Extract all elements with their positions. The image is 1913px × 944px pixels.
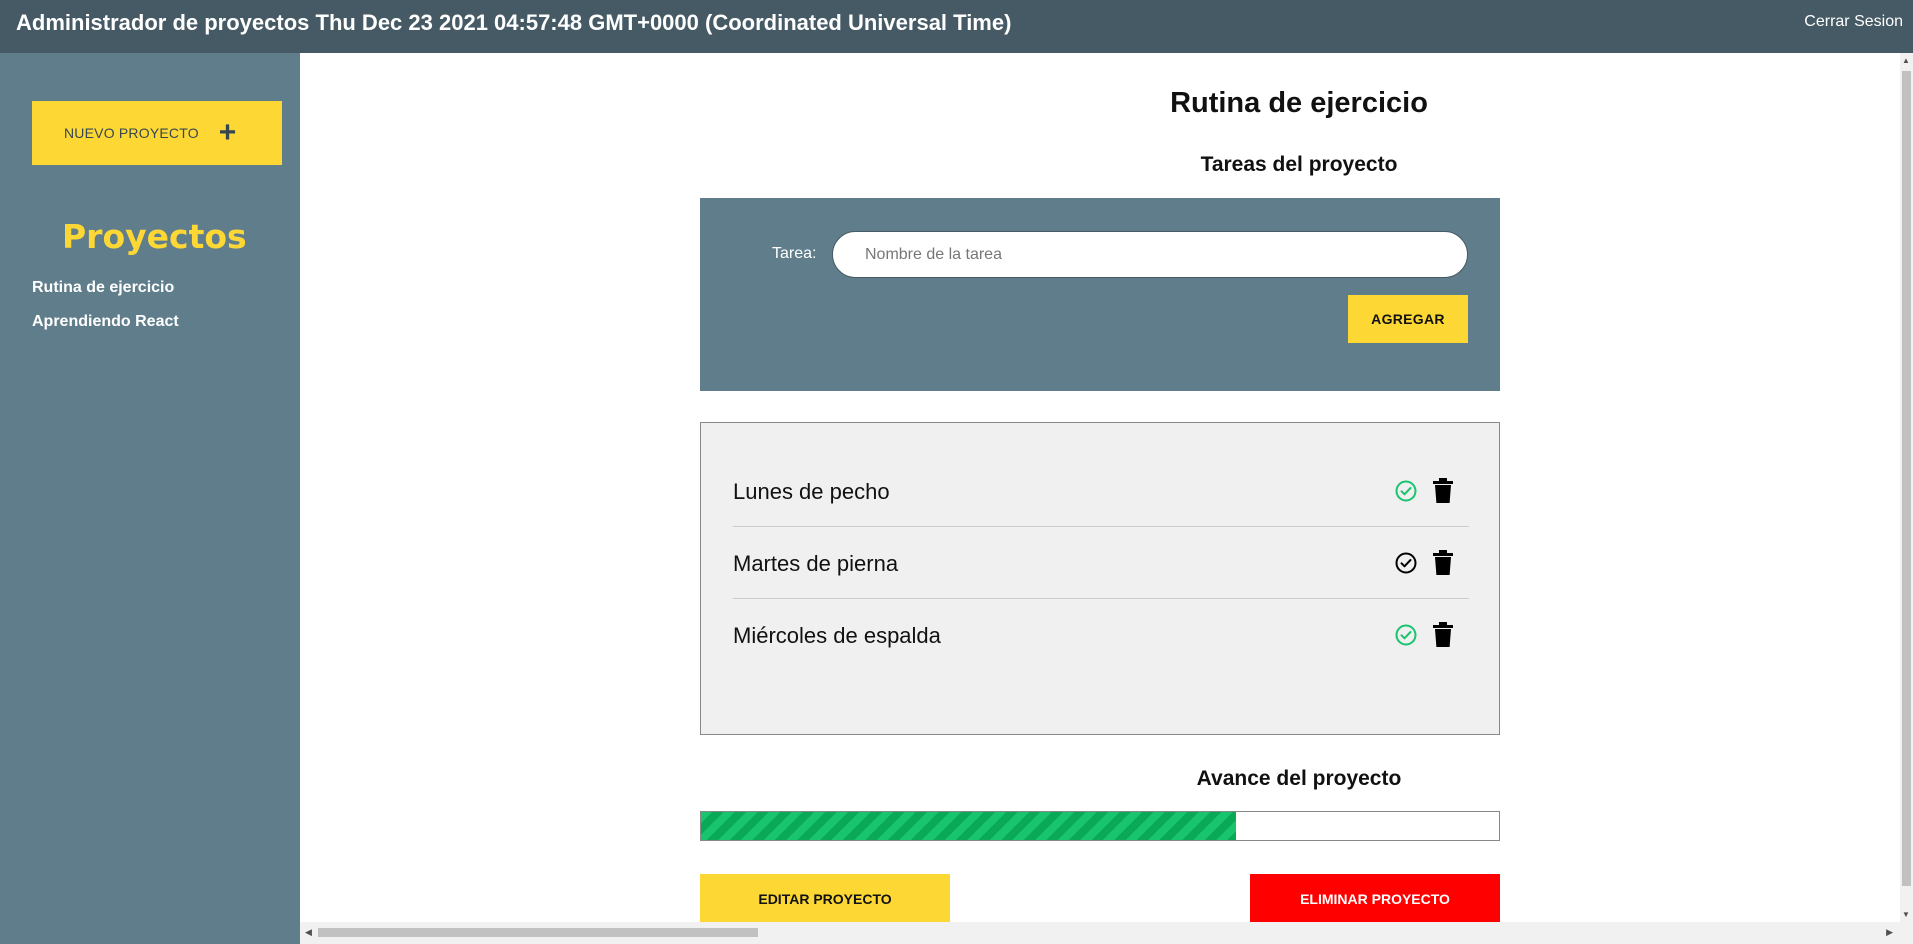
progress-bar	[700, 811, 1500, 841]
task-input-label: Tarea:	[772, 245, 817, 262]
horizontal-scroll-thumb[interactable]	[318, 928, 758, 937]
logout-button[interactable]: Cerrar Sesion	[1804, 13, 1903, 31]
sidebar: NUEVO PROYECTO + Proyectos Rutina de eje…	[0, 53, 300, 944]
top-header: Administrador de proyectos Thu Dec 23 20…	[0, 0, 1913, 53]
progress-heading: Avance del proyecto	[1196, 767, 1402, 790]
projects-heading: Proyectos	[62, 217, 247, 256]
edit-project-button[interactable]: EDITAR PROYECTO	[700, 874, 950, 924]
task-form: Tarea: AGREGAR	[700, 198, 1500, 391]
task-item: Lunes de pecho	[733, 455, 1469, 527]
trash-icon[interactable]	[1432, 550, 1454, 581]
scroll-down-arrow-icon[interactable]: ▼	[1902, 910, 1910, 919]
project-list: Rutina de ejercicio Aprendiendo React	[32, 279, 179, 347]
vertical-scrollbar[interactable]: ▲ ▼	[1900, 53, 1913, 922]
delete-project-button[interactable]: ELIMINAR PROYECTO	[1250, 874, 1500, 924]
tasks-heading: Tareas del proyecto	[1200, 153, 1398, 176]
task-name: Lunes de pecho	[733, 479, 890, 504]
vertical-scroll-thumb[interactable]	[1902, 71, 1911, 886]
task-name-input[interactable]	[832, 231, 1468, 278]
project-title: Rutina de ejercicio	[1170, 87, 1428, 119]
check-circle-icon[interactable]	[1394, 479, 1418, 508]
new-project-label: NUEVO PROYECTO	[64, 125, 199, 141]
task-item: Miércoles de espalda	[733, 599, 1469, 671]
new-project-button[interactable]: NUEVO PROYECTO +	[32, 101, 282, 165]
trash-icon[interactable]	[1432, 478, 1454, 509]
task-name: Martes de pierna	[733, 551, 899, 576]
project-item-react[interactable]: Aprendiendo React	[32, 313, 179, 347]
check-circle-icon[interactable]	[1394, 623, 1418, 652]
trash-icon[interactable]	[1432, 622, 1454, 653]
progress-bar-fill	[701, 812, 1236, 840]
scroll-left-arrow-icon[interactable]: ◀	[305, 927, 312, 938]
task-item: Martes de pierna	[733, 527, 1469, 599]
check-circle-icon[interactable]	[1394, 551, 1418, 580]
plus-icon: +	[218, 116, 237, 149]
scroll-up-arrow-icon[interactable]: ▲	[1902, 56, 1910, 65]
project-item-rutina[interactable]: Rutina de ejercicio	[32, 279, 179, 313]
task-list: Lunes de pecho Martes de pierna Miércole…	[700, 422, 1500, 735]
scroll-right-arrow-icon[interactable]: ▶	[1886, 927, 1893, 938]
app-title: Administrador de proyectos Thu Dec 23 20…	[16, 10, 1012, 35]
add-task-button[interactable]: AGREGAR	[1348, 295, 1468, 343]
task-name: Miércoles de espalda	[733, 623, 941, 648]
horizontal-scrollbar[interactable]: ◀ ▶	[300, 922, 1913, 944]
